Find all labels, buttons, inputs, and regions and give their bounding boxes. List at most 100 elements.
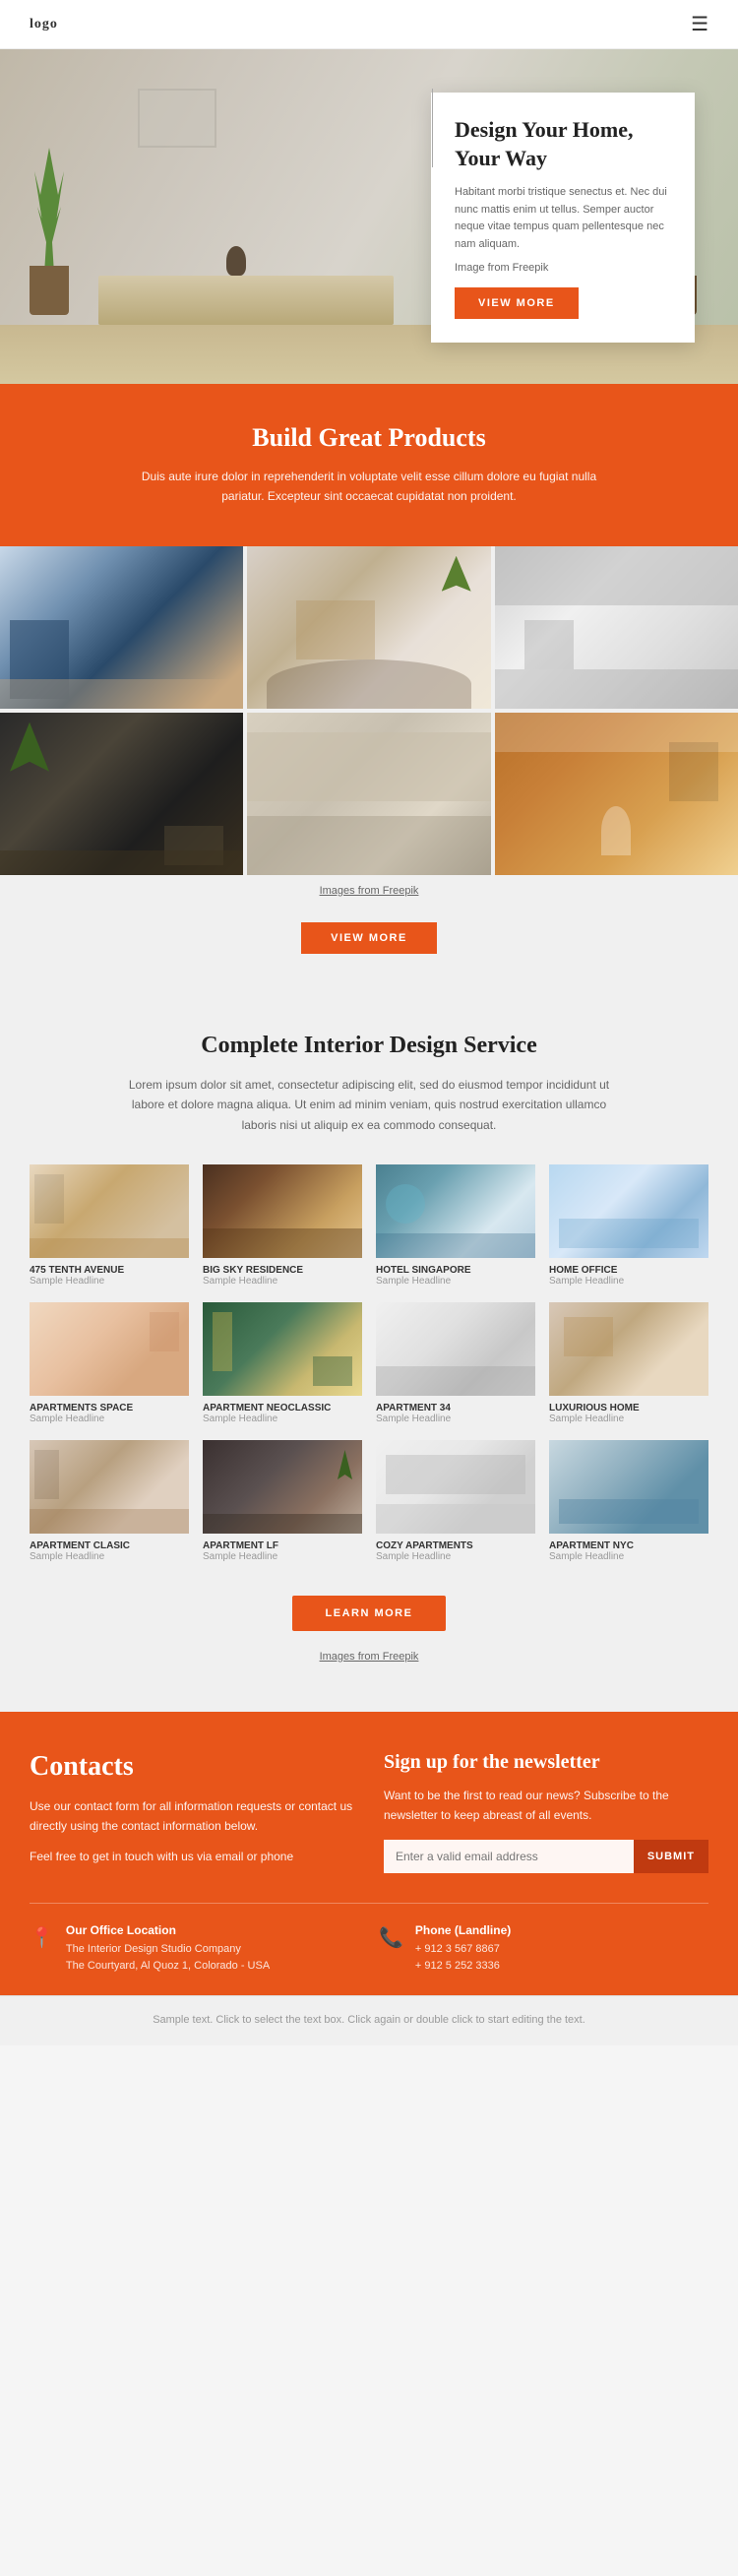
gallery-view-more-button[interactable]: VIEW MORE bbox=[301, 922, 437, 954]
phone-number-2: + 912 5 252 3336 bbox=[415, 1958, 511, 1976]
hero-accent-line bbox=[432, 89, 433, 167]
projects-row-2: APARTMENTS SPACE Sample Headline APARTME… bbox=[30, 1302, 708, 1424]
gallery-cell-1 bbox=[0, 546, 243, 709]
view-more-wrap: VIEW MORE bbox=[0, 907, 738, 983]
orange-band: Build Great Products Duis aute irure dol… bbox=[0, 384, 738, 546]
project-card-hotel[interactable]: HOTEL SINGAPORE Sample Headline bbox=[376, 1164, 535, 1287]
phone-title: Phone (Landline) bbox=[415, 1923, 511, 1937]
project-card-neoclassic[interactable]: APARTMENT NEOCLASSIC Sample Headline bbox=[203, 1302, 362, 1424]
project-image-bigsky bbox=[203, 1164, 362, 1258]
office-detail-2: The Courtyard, Al Quoz 1, Colorado - USA bbox=[66, 1958, 270, 1976]
learn-more-button[interactable]: LEARN MORE bbox=[292, 1596, 447, 1631]
phone-icon: 📞 bbox=[379, 1925, 403, 1950]
newsletter-desc: Want to be the first to read our news? S… bbox=[384, 1786, 708, 1826]
project-name-apartments: APARTMENTS SPACE bbox=[30, 1403, 189, 1414]
contacts-section: Contacts Use our contact form for all in… bbox=[0, 1712, 738, 1995]
gallery-cell-6 bbox=[495, 713, 738, 875]
project-card-cozy[interactable]: COZY APARTMENTS Sample Headline bbox=[376, 1440, 535, 1562]
gallery-freepik: Images from Freepik bbox=[0, 875, 738, 907]
orange-band-description: Duis aute irure dolor in reprehenderit i… bbox=[123, 467, 615, 507]
service-freepik: Images from Freepik bbox=[30, 1641, 708, 1682]
project-sub-clasic: Sample Headline bbox=[30, 1551, 189, 1562]
project-name-nyc: APARTMENT NYC bbox=[549, 1540, 708, 1551]
project-image-luxhome bbox=[549, 1302, 708, 1396]
project-sub-luxhome: Sample Headline bbox=[549, 1414, 708, 1424]
project-sub-cozy: Sample Headline bbox=[376, 1551, 535, 1562]
phone-info: 📞 Phone (Landline) + 912 3 567 8867 + 91… bbox=[379, 1923, 708, 1976]
gallery-cell-4 bbox=[0, 713, 243, 875]
newsletter-submit-button[interactable]: SUBMIT bbox=[634, 1840, 708, 1873]
project-name-hotel: HOTEL SINGAPORE bbox=[376, 1265, 535, 1276]
project-name-clasic: APARTMENT CLASIC bbox=[30, 1540, 189, 1551]
hamburger-icon[interactable]: ☰ bbox=[691, 12, 708, 36]
project-sub-bigsky: Sample Headline bbox=[203, 1276, 362, 1287]
gallery-grid bbox=[0, 546, 738, 875]
project-image-hotel bbox=[376, 1164, 535, 1258]
project-sub-lf: Sample Headline bbox=[203, 1551, 362, 1562]
project-card-apartments[interactable]: APARTMENTS SPACE Sample Headline bbox=[30, 1302, 189, 1424]
location-icon: 📍 bbox=[30, 1925, 54, 1950]
project-card-apt34[interactable]: APARTMENT 34 Sample Headline bbox=[376, 1302, 535, 1424]
contacts-right: Sign up for the newsletter Want to be th… bbox=[384, 1751, 708, 1873]
office-location: 📍 Our Office Location The Interior Desig… bbox=[30, 1923, 359, 1976]
project-card-clasic[interactable]: APARTMENT CLASIC Sample Headline bbox=[30, 1440, 189, 1562]
office-detail-1: The Interior Design Studio Company bbox=[66, 1941, 270, 1959]
project-sub-homeoffice: Sample Headline bbox=[549, 1276, 708, 1287]
project-name-bigsky: BIG SKY RESIDENCE bbox=[203, 1265, 362, 1276]
project-image-475 bbox=[30, 1164, 189, 1258]
service-description: Lorem ipsum dolor sit amet, consectetur … bbox=[113, 1075, 625, 1135]
phone-number-1: + 912 3 567 8867 bbox=[415, 1941, 511, 1959]
project-card-bigsky[interactable]: BIG SKY RESIDENCE Sample Headline bbox=[203, 1164, 362, 1287]
project-image-lf bbox=[203, 1440, 362, 1534]
service-section: Complete Interior Design Service Lorem i… bbox=[0, 983, 738, 1712]
newsletter-email-input[interactable] bbox=[384, 1840, 634, 1873]
hero-view-more-button[interactable]: VIEW MORE bbox=[455, 287, 579, 319]
projects-row-1: 475 TENTH AVENUE Sample Headline BIG SKY… bbox=[30, 1164, 708, 1287]
project-name-neoclassic: APARTMENT NEOCLASSIC bbox=[203, 1403, 362, 1414]
gallery-section: Images from Freepik VIEW MORE bbox=[0, 546, 738, 983]
hero-section: Design Your Home, Your Way Habitant morb… bbox=[0, 49, 738, 384]
project-image-cozy bbox=[376, 1440, 535, 1534]
header: logo ☰ bbox=[0, 0, 738, 49]
project-image-apt34 bbox=[376, 1302, 535, 1396]
gallery-freepik-text: Images from Freepik bbox=[320, 885, 419, 897]
hero-card: Design Your Home, Your Way Habitant morb… bbox=[431, 93, 695, 343]
project-name-475: 475 TENTH AVENUE bbox=[30, 1265, 189, 1276]
footer: Sample text. Click to select the text bo… bbox=[0, 1995, 738, 2045]
project-sub-nyc: Sample Headline bbox=[549, 1551, 708, 1562]
footer-text: Sample text. Click to select the text bo… bbox=[30, 2012, 708, 2030]
project-image-homeoffice bbox=[549, 1164, 708, 1258]
orange-band-title: Build Great Products bbox=[30, 423, 708, 453]
project-card-homeoffice[interactable]: HOME OFFICE Sample Headline bbox=[549, 1164, 708, 1287]
contact-info-row: 📍 Our Office Location The Interior Desig… bbox=[30, 1903, 708, 1995]
hero-image-credit: Image from Freepik bbox=[455, 262, 671, 274]
project-sub-apartments: Sample Headline bbox=[30, 1414, 189, 1424]
project-sub-apt34: Sample Headline bbox=[376, 1414, 535, 1424]
gallery-cell-5 bbox=[247, 713, 490, 875]
service-freepik-text: Images from Freepik bbox=[320, 1651, 419, 1663]
contacts-left: Contacts Use our contact form for all in… bbox=[30, 1751, 354, 1873]
project-card-luxhome[interactable]: LUXURIOUS HOME Sample Headline bbox=[549, 1302, 708, 1424]
project-image-clasic bbox=[30, 1440, 189, 1534]
project-sub-475: Sample Headline bbox=[30, 1276, 189, 1287]
office-title: Our Office Location bbox=[66, 1923, 270, 1937]
project-card-lf[interactable]: APARTMENT LF Sample Headline bbox=[203, 1440, 362, 1562]
project-name-luxhome: LUXURIOUS HOME bbox=[549, 1403, 708, 1414]
project-name-homeoffice: HOME OFFICE bbox=[549, 1265, 708, 1276]
gallery-cell-2 bbox=[247, 546, 490, 709]
project-image-apartments bbox=[30, 1302, 189, 1396]
project-card-nyc[interactable]: APARTMENT NYC Sample Headline bbox=[549, 1440, 708, 1562]
project-name-apt34: APARTMENT 34 bbox=[376, 1403, 535, 1414]
project-sub-neoclassic: Sample Headline bbox=[203, 1414, 362, 1424]
project-image-neoclassic bbox=[203, 1302, 362, 1396]
project-name-lf: APARTMENT LF bbox=[203, 1540, 362, 1551]
gallery-cell-3 bbox=[495, 546, 738, 709]
project-card-475[interactable]: 475 TENTH AVENUE Sample Headline bbox=[30, 1164, 189, 1287]
logo: logo bbox=[30, 17, 58, 32]
project-sub-hotel: Sample Headline bbox=[376, 1276, 535, 1287]
project-name-cozy: COZY APARTMENTS bbox=[376, 1540, 535, 1551]
newsletter-title: Sign up for the newsletter bbox=[384, 1751, 708, 1774]
newsletter-form: SUBMIT bbox=[384, 1840, 708, 1873]
contacts-desc1: Use our contact form for all information… bbox=[30, 1796, 354, 1837]
contacts-title: Contacts bbox=[30, 1751, 354, 1783]
